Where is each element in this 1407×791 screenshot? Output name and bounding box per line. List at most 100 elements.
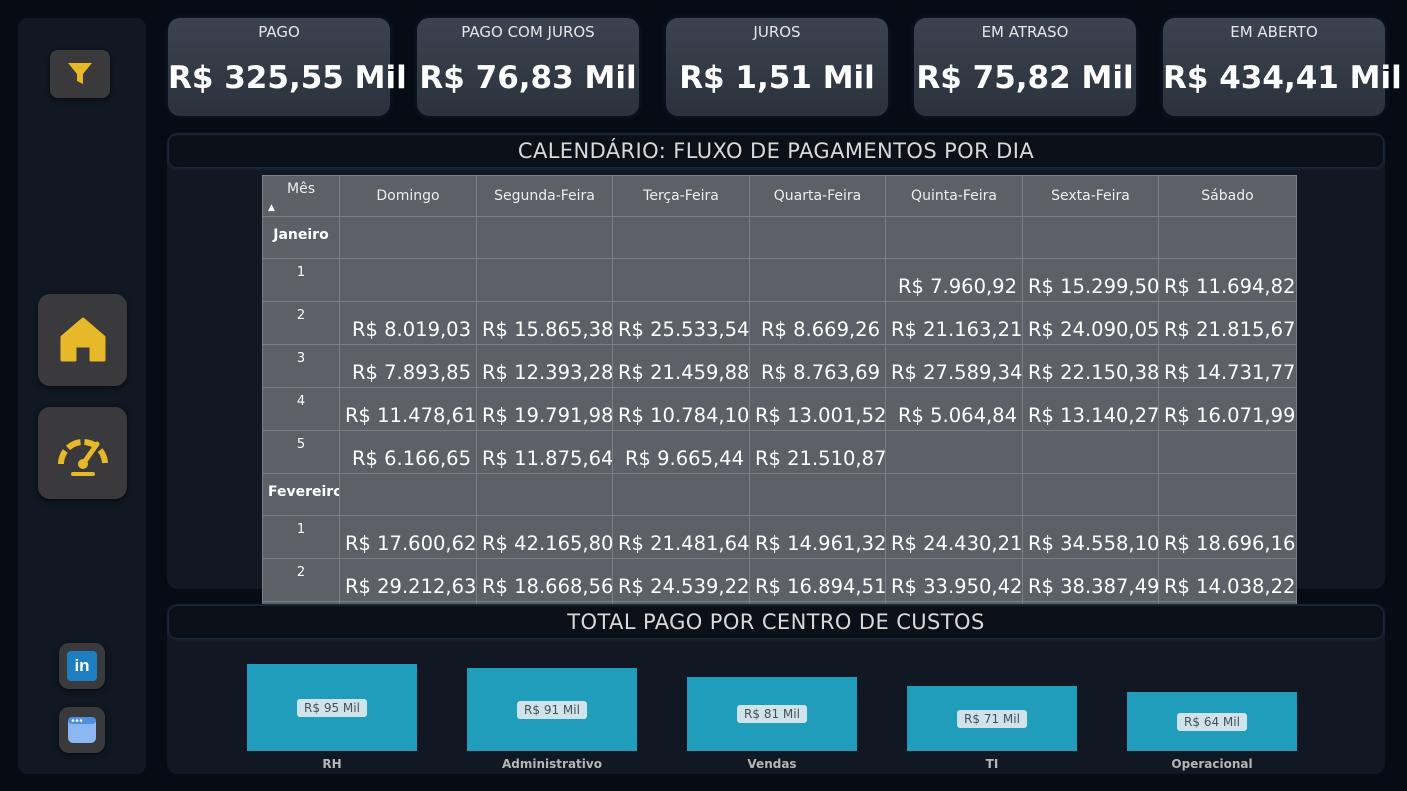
week-row: 4 R$ 11.478,61 R$ 19.791,98 R$ 10.784,10 R$ … <box>262 387 1297 431</box>
month-label[interactable]: Janeiro <box>262 216 340 259</box>
bar-data-label: R$ 64 Mil <box>1177 712 1247 731</box>
day-value-cell: R$ 21.163,21 <box>885 301 1023 345</box>
day-value-cell: R$ 21.510,87 <box>749 430 886 474</box>
kpi-value: R$ 434,41 Mil <box>1163 60 1402 96</box>
month-label[interactable]: Fevereiro <box>262 473 340 516</box>
month-row[interactable]: Fevereiro <box>262 473 1297 516</box>
empty-cell <box>476 473 613 516</box>
week-row: 2 R$ 29.212,63 R$ 18.668,56 R$ 24.539,22 R$ … <box>262 558 1297 602</box>
day-value-cell <box>476 258 613 302</box>
day-value-cell: R$ 22.150,38 <box>1022 344 1159 388</box>
day-value-cell: R$ 17.600,62 <box>339 515 477 559</box>
calendar-title: CALENDÁRIO: FLUXO DE PAGAMENTOS POR DIA <box>169 135 1383 167</box>
week-row: 1 R$ 17.600,62 R$ 42.165,80 R$ 21.481,64 R$ … <box>262 515 1297 559</box>
category-label: Administrativo <box>502 757 602 771</box>
day-value-cell: R$ 27.589,34 <box>885 344 1023 388</box>
empty-cell <box>749 473 886 516</box>
day-value-cell: R$ 11.694,82 <box>1158 258 1297 302</box>
day-value-cell <box>885 430 1023 474</box>
week-number: 3 <box>262 344 340 388</box>
home-button[interactable] <box>38 294 127 386</box>
kpi-card-juros: JUROS R$ 1,51 Mil <box>666 18 888 116</box>
column-header-domingo[interactable]: Domingo <box>339 175 477 217</box>
empty-cell <box>1158 473 1297 516</box>
day-value-cell: R$ 13.001,52 <box>749 387 886 431</box>
category-label: Vendas <box>747 757 797 771</box>
day-value-cell: R$ 25.533,54 <box>612 301 750 345</box>
column-header-segunda[interactable]: Segunda-Feira <box>476 175 613 217</box>
day-value-cell: R$ 11.478,61 <box>339 387 477 431</box>
bar-rh[interactable]: R$ 95 Mil <box>247 664 417 751</box>
gauge-icon <box>57 439 108 476</box>
bar-vendas[interactable]: R$ 81 Mil <box>687 677 857 751</box>
week-number: 2 <box>262 301 340 345</box>
day-value-cell: R$ 11.875,64 <box>476 430 613 474</box>
day-value-cell: R$ 9.665,44 <box>612 430 750 474</box>
week-number: 4 <box>262 387 340 431</box>
week-number: 5 <box>262 430 340 474</box>
filter-button[interactable] <box>50 50 110 98</box>
kpi-label: PAGO <box>258 23 300 41</box>
kpi-value: R$ 325,55 Mil <box>168 60 407 96</box>
gauge-button[interactable] <box>38 407 127 499</box>
sort-ascending-icon[interactable]: ▲ <box>268 203 275 213</box>
day-value-cell: R$ 21.481,64 <box>612 515 750 559</box>
day-value-cell: R$ 38.387,49 <box>1022 558 1159 602</box>
day-value-cell: R$ 34.558,10 <box>1022 515 1159 559</box>
home-icon <box>60 317 105 362</box>
kpi-label: EM ABERTO <box>1230 23 1318 41</box>
browser-window-icon <box>68 717 96 743</box>
column-header-quarta[interactable]: Quarta-Feira <box>749 175 886 217</box>
week-number: 1 <box>262 515 340 559</box>
empty-cell <box>1022 216 1159 259</box>
column-header-sabado[interactable]: Sábado <box>1158 175 1297 217</box>
kpi-card-pago-com-juros: PAGO COM JUROS R$ 76,83 Mil <box>417 18 639 116</box>
column-header-mes[interactable]: Mês ▲ <box>262 175 340 217</box>
bar-ti[interactable]: R$ 71 Mil <box>907 686 1077 751</box>
empty-cell <box>476 216 613 259</box>
day-value-cell: R$ 7.960,92 <box>885 258 1023 302</box>
day-value-cell: R$ 24.430,21 <box>885 515 1023 559</box>
day-value-cell: R$ 8.019,03 <box>339 301 477 345</box>
day-value-cell: R$ 18.668,56 <box>476 558 613 602</box>
kpi-value: R$ 1,51 Mil <box>679 60 875 96</box>
column-header-sexta[interactable]: Sexta-Feira <box>1022 175 1159 217</box>
day-value-cell: R$ 21.815,67 <box>1158 301 1297 345</box>
day-value-cell: R$ 8.763,69 <box>749 344 886 388</box>
column-header-label: Mês <box>287 181 315 197</box>
day-value-cell: R$ 7.893,85 <box>339 344 477 388</box>
category-label: RH <box>322 757 342 771</box>
day-value-cell: R$ 5.064,84 <box>885 387 1023 431</box>
day-value-cell: R$ 6.166,65 <box>339 430 477 474</box>
column-header-terca[interactable]: Terça-Feira <box>612 175 750 217</box>
kpi-value: R$ 76,83 Mil <box>419 60 637 96</box>
kpi-label: EM ATRASO <box>981 23 1069 41</box>
day-value-cell: R$ 14.961,32 <box>749 515 886 559</box>
day-value-cell <box>612 258 750 302</box>
calendar-body: Janeiro 1 R$ 7.960,92 R$ 15.299,50 R$ 11.694… <box>262 216 1297 645</box>
bar-administrativo[interactable]: R$ 91 Mil <box>467 668 637 751</box>
month-row[interactable]: Janeiro <box>262 216 1297 259</box>
day-value-cell: R$ 13.140,27 <box>1022 387 1159 431</box>
category-label: Operacional <box>1171 757 1253 771</box>
week-row: 2 R$ 8.019,03 R$ 15.865,38 R$ 25.533,54 R$ 8… <box>262 301 1297 345</box>
calendar-header-row: Mês ▲ Domingo Segunda-Feira Terça-Feira … <box>262 175 1297 217</box>
linkedin-button[interactable]: in <box>59 643 105 689</box>
day-value-cell: R$ 16.071,99 <box>1158 387 1297 431</box>
week-row: 3 R$ 7.893,85 R$ 12.393,28 R$ 21.459,88 R$ 8… <box>262 344 1297 388</box>
day-value-cell: R$ 21.459,88 <box>612 344 750 388</box>
empty-cell <box>339 216 477 259</box>
week-row: 5 R$ 6.166,65 R$ 11.875,64 R$ 9.665,44 R$ 21… <box>262 430 1297 474</box>
week-row: 1 R$ 7.960,92 R$ 15.299,50 R$ 11.694,82 <box>262 258 1297 302</box>
day-value-cell: R$ 14.731,77 <box>1158 344 1297 388</box>
day-value-cell <box>1022 430 1159 474</box>
empty-cell <box>749 216 886 259</box>
calendar-matrix: Mês ▲ Domingo Segunda-Feira Terça-Feira … <box>262 175 1297 645</box>
empty-cell <box>1022 473 1159 516</box>
bar-operacional[interactable]: R$ 64 Mil <box>1127 692 1297 751</box>
day-value-cell: R$ 29.212,63 <box>339 558 477 602</box>
browser-button[interactable] <box>59 707 105 753</box>
column-header-quinta[interactable]: Quinta-Feira <box>885 175 1023 217</box>
kpi-label: PAGO COM JUROS <box>461 23 595 41</box>
day-value-cell: R$ 24.090,05 <box>1022 301 1159 345</box>
